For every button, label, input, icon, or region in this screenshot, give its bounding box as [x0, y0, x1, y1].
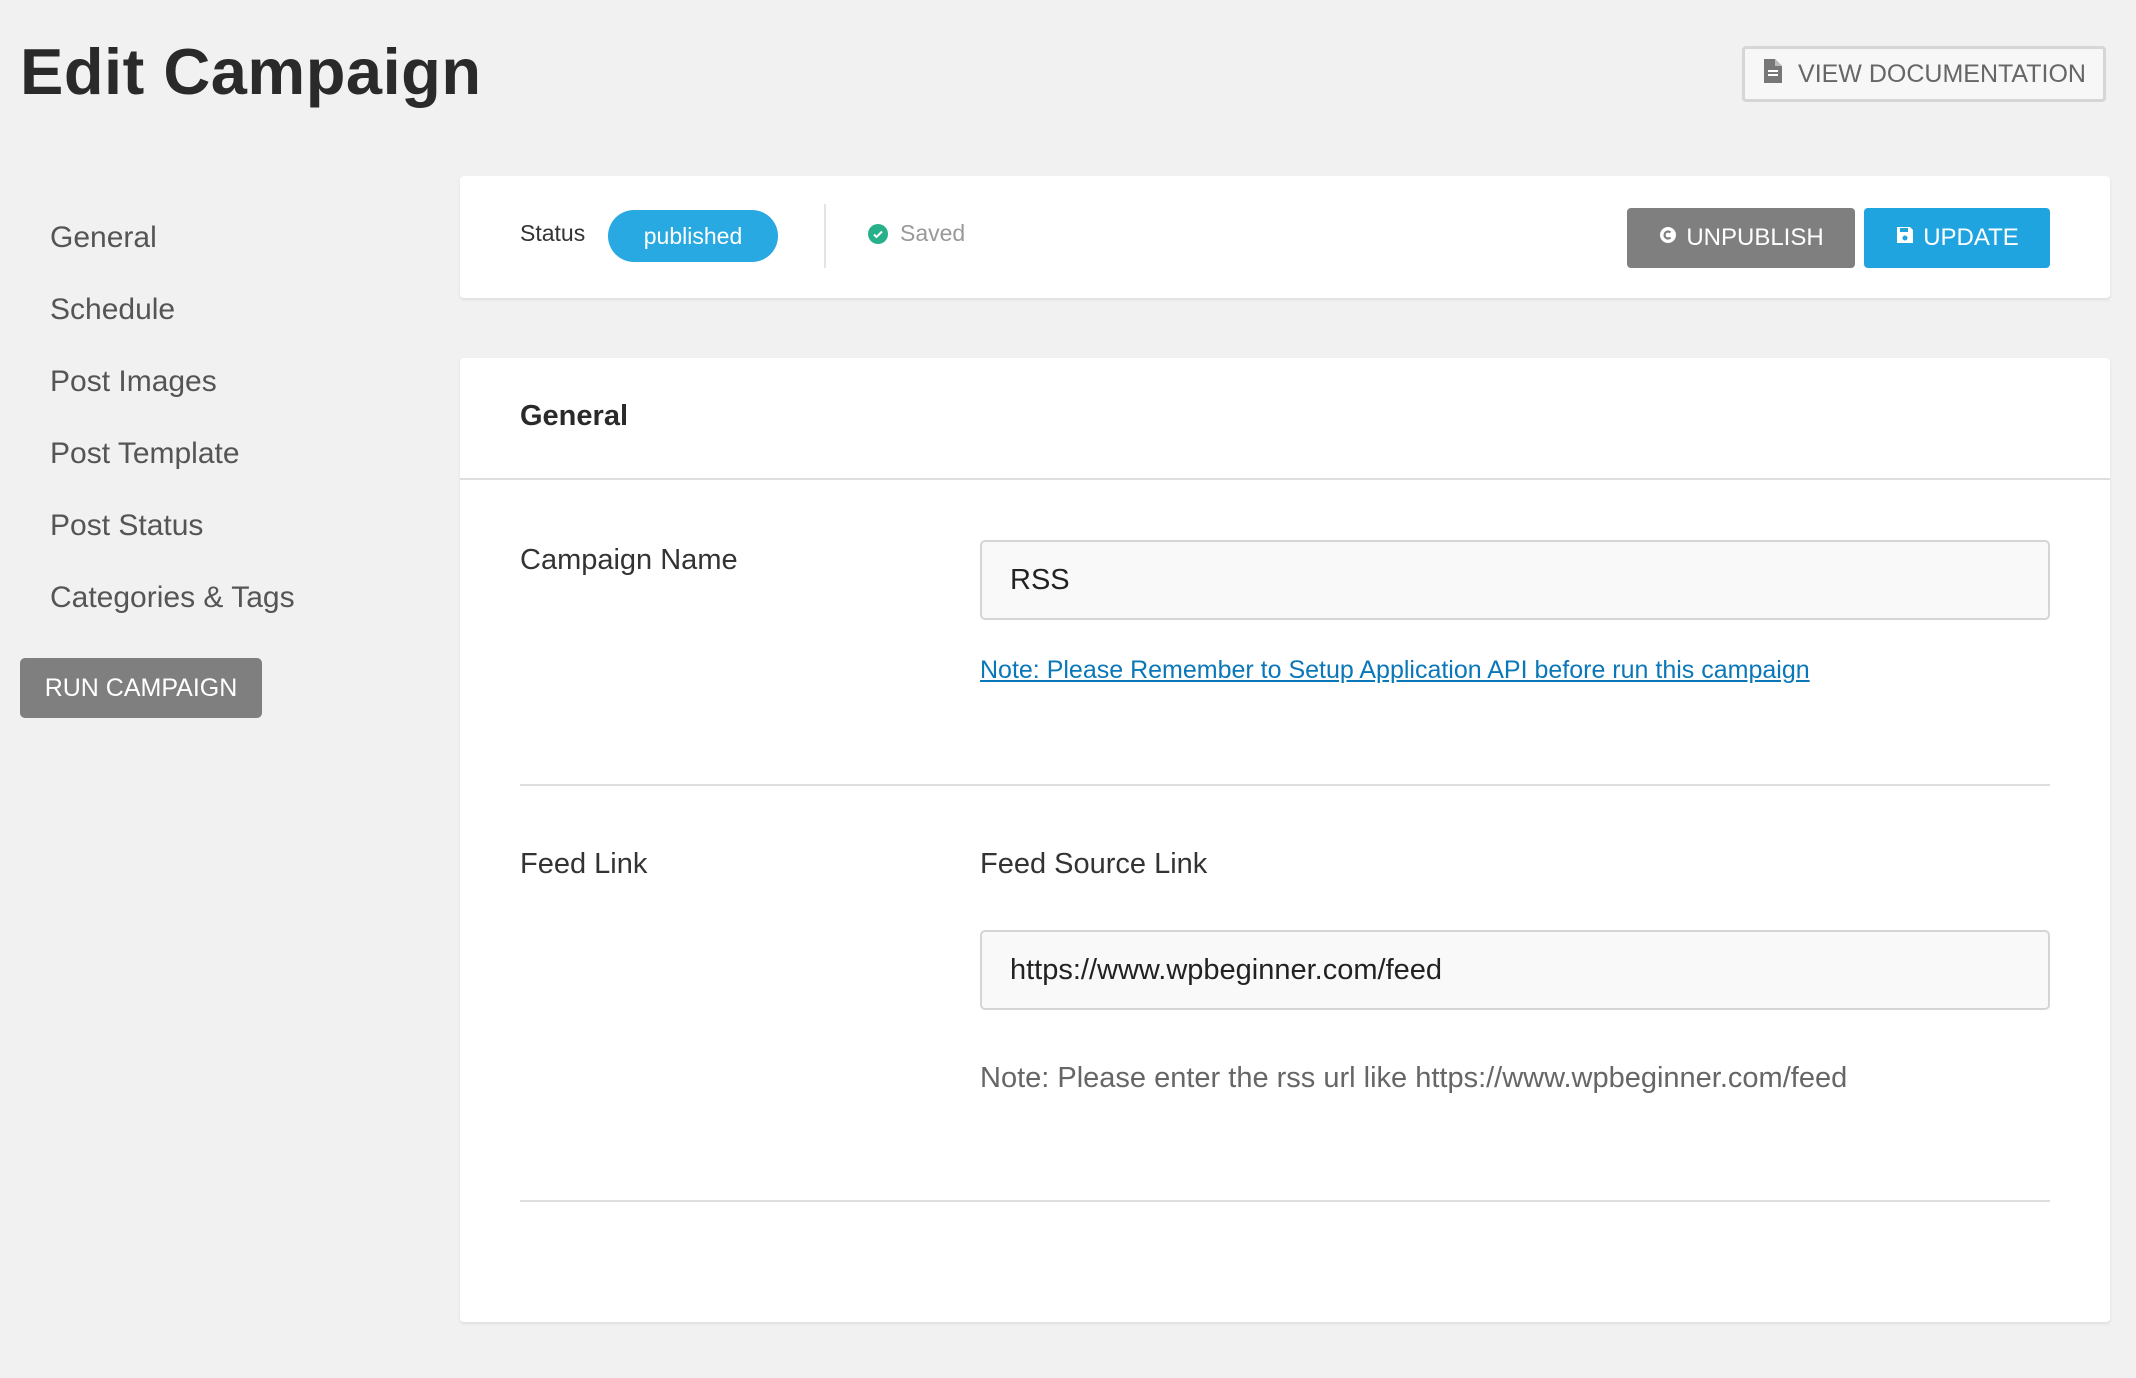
view-documentation-button[interactable]: VIEW DOCUMENTATION — [1742, 46, 2106, 102]
row-divider — [520, 784, 2050, 786]
sidebar-nav: General Schedule Post Images Post Templa… — [50, 208, 295, 640]
section-divider — [460, 478, 2110, 480]
unpublish-label: UNPUBLISH — [1686, 224, 1824, 251]
update-label: UPDATE — [1923, 224, 2019, 251]
sidebar-item-post-status[interactable]: Post Status — [50, 496, 295, 568]
view-documentation-label: VIEW DOCUMENTATION — [1798, 59, 2086, 88]
save-icon — [1895, 224, 1915, 252]
campaign-name-label: Campaign Name — [520, 544, 738, 576]
unpublish-button[interactable]: UNPUBLISH — [1627, 208, 1855, 268]
status-badge: published — [608, 210, 778, 262]
saved-indicator: Saved — [868, 220, 965, 247]
run-campaign-button[interactable]: RUN CAMPAIGN — [20, 658, 262, 718]
sidebar-item-schedule[interactable]: Schedule — [50, 280, 295, 352]
sidebar-item-general[interactable]: General — [50, 208, 295, 280]
api-setup-note-link[interactable]: Note: Please Remember to Setup Applicati… — [980, 656, 1810, 685]
status-label: Status — [520, 220, 586, 246]
divider — [824, 204, 826, 268]
saved-text: Saved — [900, 220, 966, 246]
status-card: Status published Saved UNPUBLISH UPDATE — [460, 176, 2110, 298]
unpublish-icon — [1658, 224, 1678, 252]
page-title: Edit Campaign — [20, 35, 482, 108]
feed-source-input[interactable]: https://www.wpbeginner.com/feed — [980, 930, 2050, 1010]
document-icon — [1762, 58, 1783, 90]
feed-source-label: Feed Source Link — [980, 848, 1208, 880]
check-circle-icon — [868, 223, 888, 244]
feed-link-label: Feed Link — [520, 848, 648, 880]
general-settings-card: General Campaign Name RSS Note: Please R… — [460, 358, 2110, 1322]
section-title: General — [520, 400, 628, 432]
feed-url-note: Note: Please enter the rss url like http… — [980, 1062, 1848, 1094]
update-button[interactable]: UPDATE — [1864, 208, 2050, 268]
sidebar-item-categories-tags[interactable]: Categories & Tags — [50, 568, 295, 640]
campaign-name-input[interactable]: RSS — [980, 540, 2050, 620]
row-divider — [520, 1200, 2050, 1202]
sidebar-item-post-template[interactable]: Post Template — [50, 424, 295, 496]
sidebar-item-post-images[interactable]: Post Images — [50, 352, 295, 424]
